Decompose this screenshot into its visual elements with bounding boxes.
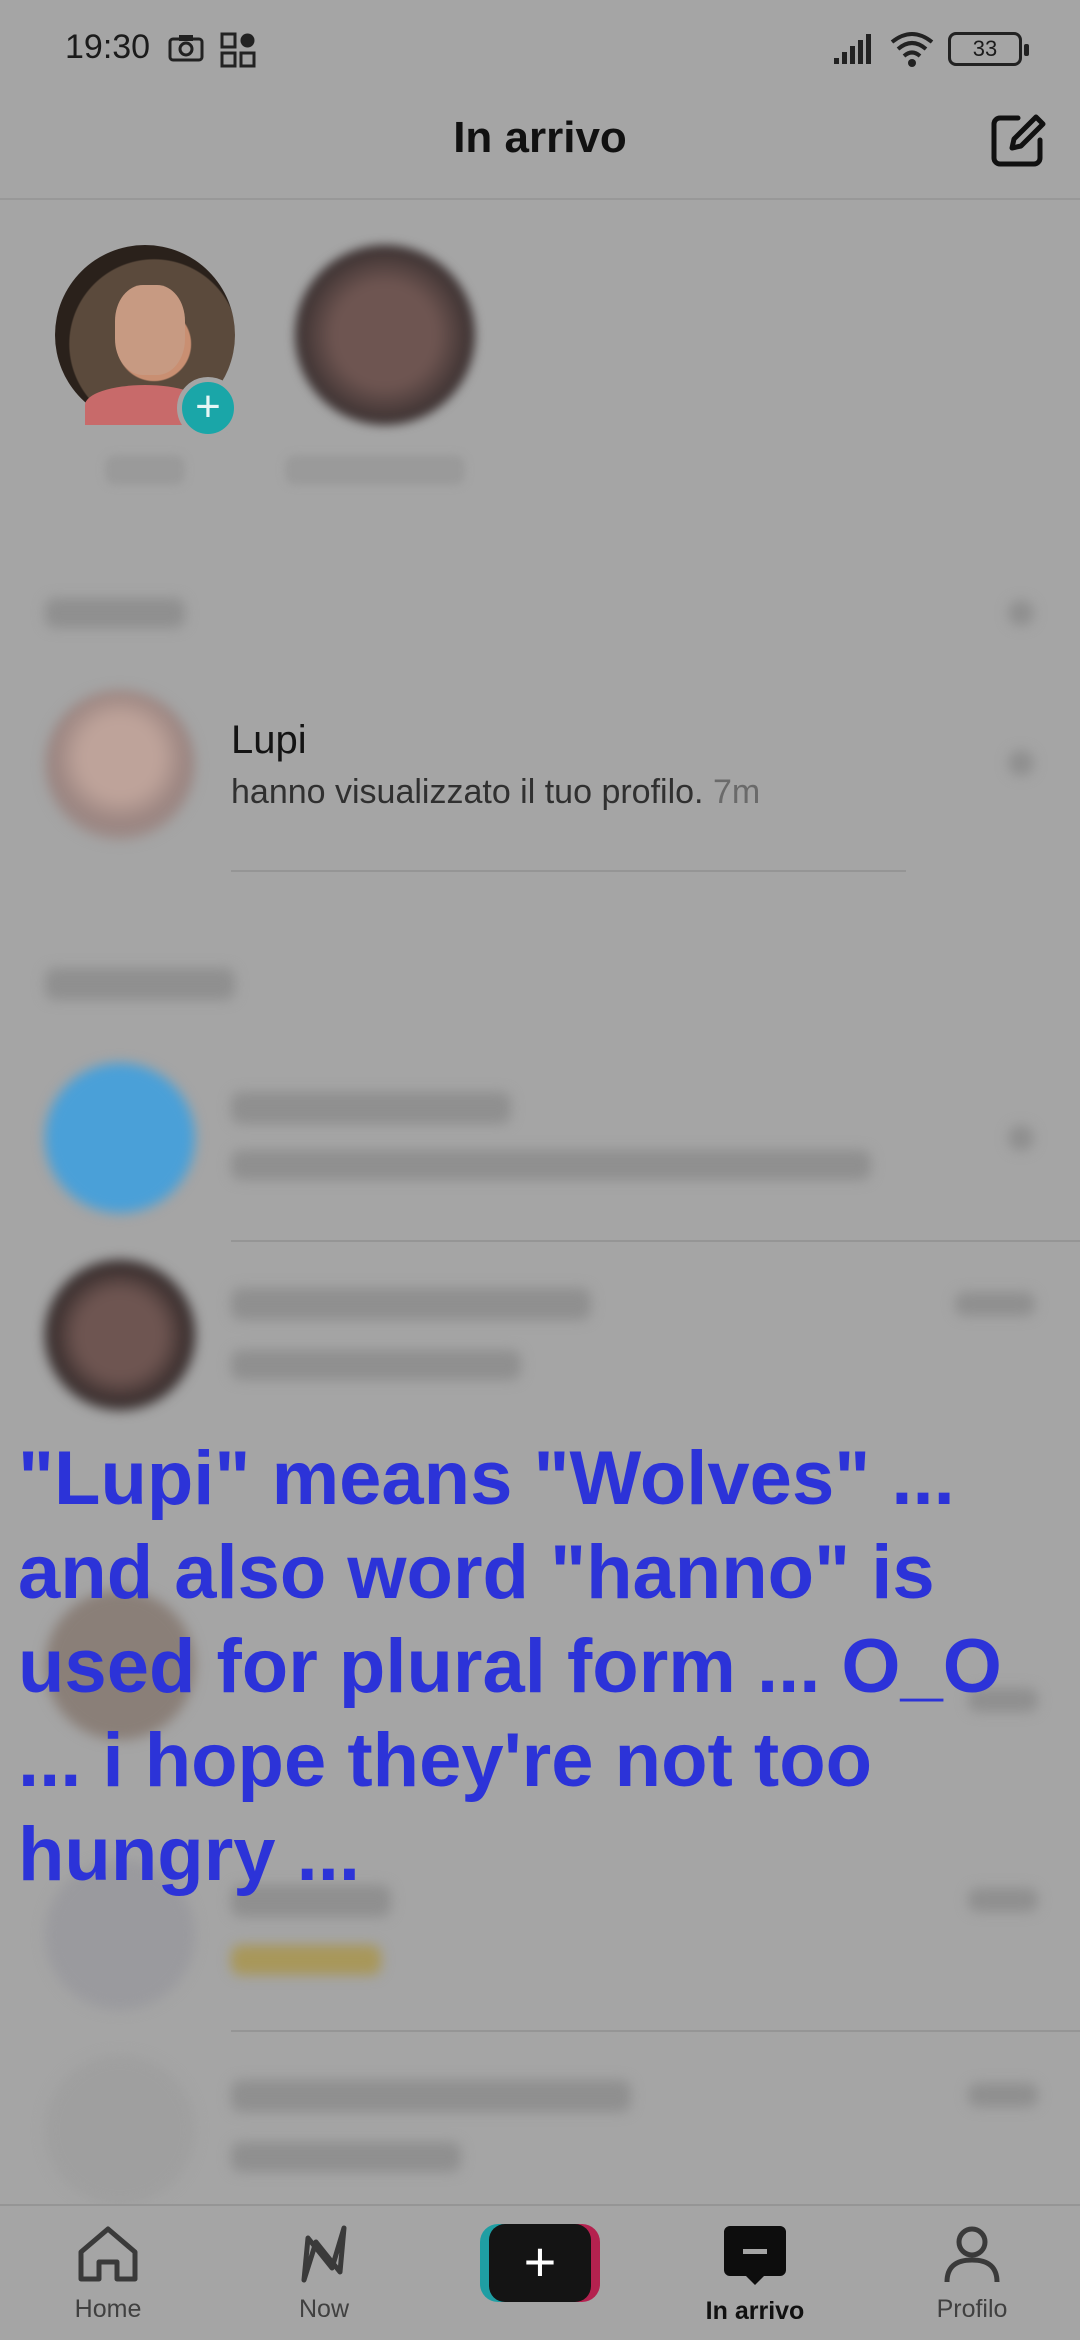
avatar xyxy=(45,1260,195,1410)
battery-level: 33 xyxy=(972,36,998,61)
nav-now[interactable]: Now xyxy=(234,2224,414,2324)
nav-profile-label: Profilo xyxy=(936,2295,1008,2323)
message-preview-blurred xyxy=(231,1150,871,1180)
nav-inbox[interactable]: In arrivo xyxy=(665,2224,845,2326)
inbox-header: In arrivo xyxy=(0,95,1080,200)
status-time: 19:30 xyxy=(65,28,151,66)
app-grid-icon xyxy=(220,32,256,68)
battery-indicator: 33 xyxy=(948,32,1029,66)
profile-icon xyxy=(944,2226,1000,2283)
section-heading-blurred xyxy=(45,598,185,628)
message-title-blurred xyxy=(231,1092,511,1124)
avatar xyxy=(45,2055,195,2205)
divider xyxy=(231,1240,1080,1242)
nav-home-label: Home xyxy=(74,2295,142,2323)
divider xyxy=(231,870,906,872)
divider xyxy=(231,2030,1080,2032)
now-icon xyxy=(301,2225,347,2283)
message-preview-blurred xyxy=(231,1350,521,1380)
inbox-icon xyxy=(724,2226,786,2285)
compose-icon[interactable] xyxy=(988,110,1048,170)
chevron-right-icon[interactable] xyxy=(1008,600,1034,626)
my-story-avatar[interactable]: + xyxy=(55,245,239,439)
wifi-icon xyxy=(890,32,934,67)
friend-story-avatar[interactable] xyxy=(295,245,475,425)
story-label-blurred xyxy=(285,455,465,485)
chevron-right-icon xyxy=(1008,750,1034,776)
message-time-blurred xyxy=(955,1292,1035,1316)
plus-icon: + xyxy=(489,2224,591,2302)
section-heading-blurred xyxy=(45,968,235,1000)
message-title-blurred xyxy=(231,1288,591,1320)
avatar xyxy=(45,1063,195,1213)
overlay-caption: "Lupi" means "Wolves" ... and also word … xyxy=(18,1436,1002,1897)
signal-icon xyxy=(834,34,871,64)
story-label-blurred xyxy=(105,455,185,485)
activity-message: hanno visualizzato il tuo profilo. xyxy=(231,773,704,811)
chevron-right-icon xyxy=(1008,1125,1034,1151)
message-title-blurred xyxy=(231,2080,631,2112)
message-time-blurred xyxy=(968,2083,1038,2107)
activity-title: Lupi xyxy=(231,718,307,762)
nav-now-label: Now xyxy=(298,2295,349,2323)
message-preview-blurred xyxy=(231,1945,381,1975)
nav-home[interactable]: Home xyxy=(18,2224,198,2324)
status-bar: 19:30 33 xyxy=(0,0,1080,95)
activity-time: 7m xyxy=(712,773,761,811)
camera-icon xyxy=(168,35,204,62)
home-icon xyxy=(78,2226,138,2282)
bottom-nav: Home Now + In arrivo Profilo xyxy=(0,2204,1080,2340)
nav-profile[interactable]: Profilo xyxy=(882,2224,1062,2324)
avatar-face xyxy=(115,285,185,375)
page-title: In arrivo xyxy=(453,113,627,162)
avatar xyxy=(45,690,195,840)
activity-description: hanno visualizzato il tuo profilo. 7m xyxy=(231,773,760,812)
create-button[interactable]: + xyxy=(480,2224,600,2302)
nav-inbox-label: In arrivo xyxy=(705,2297,805,2325)
message-preview-blurred xyxy=(231,2142,461,2172)
add-story-icon[interactable]: + xyxy=(177,377,239,439)
